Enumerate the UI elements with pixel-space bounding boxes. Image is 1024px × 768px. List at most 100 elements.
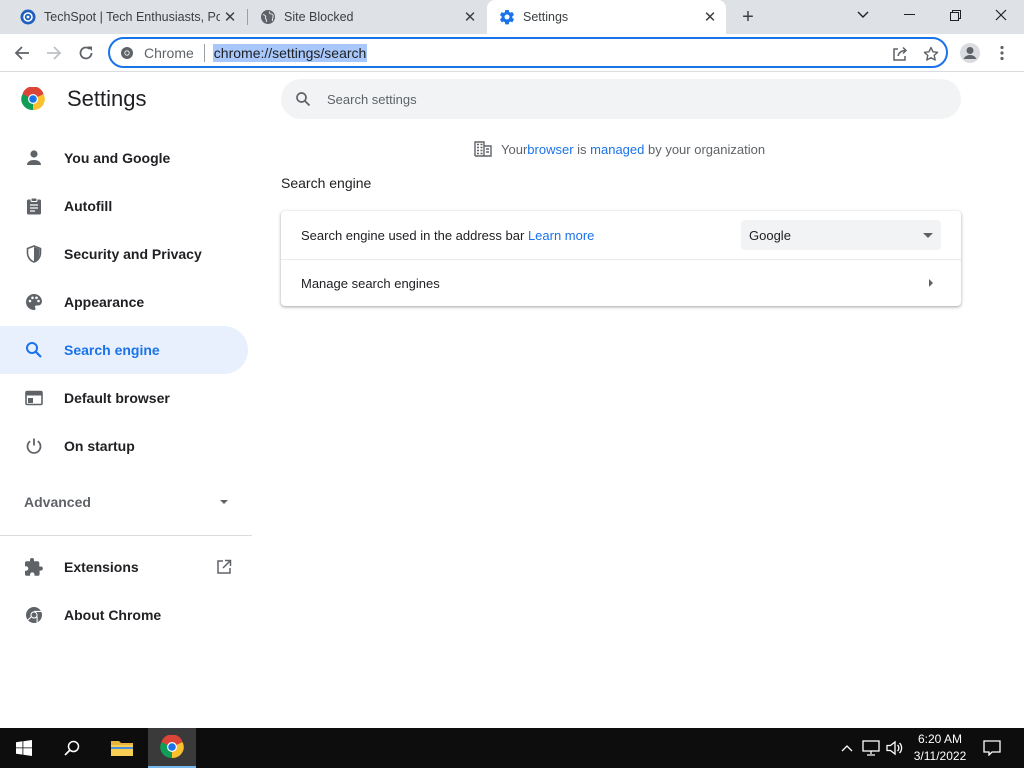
file-explorer-button[interactable]	[98, 728, 146, 768]
network-icon	[862, 740, 880, 756]
tab-title: Site Blocked	[284, 10, 354, 24]
sidebar-item-label: On startup	[64, 438, 135, 454]
sidebar-item-extensions[interactable]: Extensions	[0, 543, 248, 591]
tab-title: TechSpot | Tech Enthusiasts, Pow	[44, 10, 220, 24]
browser-window-icon	[24, 388, 44, 408]
sidebar-item-label: Appearance	[64, 294, 145, 310]
folder-icon	[111, 741, 133, 756]
close-tab-icon[interactable]: ✕	[220, 8, 240, 26]
star-icon	[923, 46, 939, 61]
network-button[interactable]	[861, 738, 881, 758]
taskbar: 6:20 AM 3/11/2022	[0, 728, 1024, 768]
building-icon	[473, 139, 493, 159]
site-chip-label: Chrome	[144, 44, 194, 61]
managed-text-suffix: by your organization	[644, 141, 766, 157]
clock-date: 3/11/2022	[913, 749, 967, 763]
sidebar-item-security-and-privacy[interactable]: Security and Privacy	[0, 230, 248, 278]
managed-text-prefix: Your	[501, 141, 528, 157]
avatar-icon	[960, 43, 980, 63]
palette-icon	[24, 292, 44, 312]
restore-icon	[949, 9, 961, 21]
close-tab-icon[interactable]: ✕	[460, 8, 480, 26]
reload-button[interactable]	[74, 41, 98, 65]
sidebar-item-default-browser[interactable]: Default browser	[0, 374, 248, 422]
search-engine-row: Search engine used in the address bar Le…	[281, 211, 961, 259]
settings-gear-icon	[500, 10, 514, 25]
tab-title: Settings	[523, 10, 569, 24]
reload-icon	[79, 46, 93, 60]
sidebar-item-on-startup[interactable]: On startup	[0, 422, 248, 470]
sidebar-item-label: Search engine	[64, 342, 160, 358]
selected-engine: Google	[749, 227, 791, 243]
show-hidden-icons-button[interactable]	[837, 738, 857, 758]
arrow-left-icon	[14, 46, 29, 60]
volume-button[interactable]	[885, 738, 905, 758]
puzzle-icon	[24, 557, 44, 577]
browser-link[interactable]: browser	[527, 142, 573, 157]
search-engine-select[interactable]: Google	[741, 220, 941, 250]
caret-down-icon	[220, 500, 228, 504]
forward-button[interactable]	[42, 41, 66, 65]
sidebar-item-appearance[interactable]: Appearance	[0, 278, 248, 326]
sidebar-item-label: About Chrome	[64, 607, 162, 623]
system-clock[interactable]: 6:20 AM 3/11/2022	[908, 731, 972, 765]
sidebar-item-label: Default browser	[64, 390, 170, 406]
sidebar-item-search-engine[interactable]: Search engine	[0, 326, 248, 374]
tab-settings[interactable]: Settings ✕	[487, 0, 726, 34]
sidebar-item-label: Autofill	[64, 198, 113, 214]
page-title: Settings	[67, 86, 147, 111]
caret-right-icon	[929, 279, 933, 287]
managed-notice: Your browser is managed by your organiza…	[473, 139, 765, 159]
profile-button[interactable]	[958, 41, 982, 65]
back-button[interactable]	[10, 41, 34, 65]
close-icon	[995, 9, 1007, 21]
close-tab-icon[interactable]: ✕	[700, 8, 720, 26]
sidebar-divider	[0, 535, 252, 536]
search-icon	[293, 89, 313, 109]
sidebar-item-label: Extensions	[64, 559, 139, 575]
section-title: Search engine	[281, 175, 372, 191]
row-label: Search engine used in the address bar Le…	[301, 228, 594, 243]
sidebar-item-you-and-google[interactable]: You and Google	[0, 134, 248, 182]
notifications-button[interactable]	[982, 738, 1002, 758]
clock-time: 6:20 AM	[917, 732, 963, 746]
chevron-down-icon	[857, 11, 869, 18]
taskbar-search-button[interactable]	[48, 728, 96, 768]
sidebar-item-autofill[interactable]: Autofill	[0, 182, 248, 230]
chrome-logo-icon	[21, 87, 45, 111]
address-bar[interactable]: Chrome chrome://settings/search	[108, 37, 948, 68]
chrome-taskbar-button[interactable]	[148, 728, 196, 768]
chrome-logo-icon	[160, 735, 184, 759]
restore-button[interactable]	[932, 0, 978, 30]
advanced-label: Advanced	[24, 494, 91, 510]
learn-more-link[interactable]: Learn more	[528, 228, 594, 243]
new-tab-button[interactable]: +	[736, 6, 760, 28]
managed-link[interactable]: managed	[590, 142, 644, 157]
advanced-toggle[interactable]: Advanced	[24, 492, 234, 512]
url-text[interactable]: chrome://settings/search	[212, 43, 368, 62]
tab-site-blocked[interactable]: Site Blocked ✕	[240, 0, 486, 34]
close-window-button[interactable]	[978, 0, 1024, 30]
manage-search-engines-row[interactable]: Manage search engines	[281, 259, 961, 307]
menu-button[interactable]	[990, 41, 1014, 65]
browser-toolbar: Chrome chrome://settings/search	[0, 34, 1024, 72]
site-info-chip[interactable]: Chrome	[120, 45, 194, 61]
sidebar-item-label: You and Google	[64, 150, 171, 166]
chrome-icon	[24, 605, 44, 625]
settings-search[interactable]	[281, 79, 961, 119]
more-vert-icon	[1000, 45, 1004, 61]
minimize-button[interactable]	[886, 0, 932, 30]
tab-search-button[interactable]	[840, 0, 886, 30]
tab-strip: TechSpot | Tech Enthusiasts, Pow ✕ Site …	[0, 0, 1024, 34]
search-input[interactable]	[327, 91, 927, 107]
tab-techspot[interactable]: TechSpot | Tech Enthusiasts, Pow ✕	[0, 0, 246, 34]
search-icon	[64, 740, 80, 756]
power-icon	[24, 436, 44, 456]
engine-label: Search engine used in the address bar	[301, 227, 528, 243]
bookmark-button[interactable]	[921, 44, 941, 64]
share-icon	[893, 46, 908, 61]
share-button[interactable]	[890, 44, 910, 64]
search-icon	[24, 340, 44, 360]
start-button[interactable]	[0, 728, 48, 768]
sidebar-item-about-chrome[interactable]: About Chrome	[0, 591, 248, 639]
